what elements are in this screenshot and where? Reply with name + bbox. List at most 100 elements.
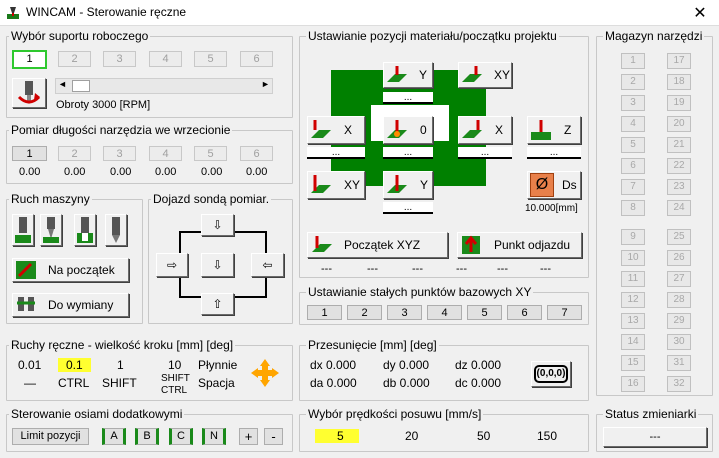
magazine-slot-20[interactable]: 20 bbox=[667, 116, 691, 132]
magazine-slot-15[interactable]: 15 bbox=[621, 355, 645, 371]
base-point-4[interactable]: 4 bbox=[427, 305, 462, 320]
base-point-1[interactable]: 1 bbox=[307, 305, 342, 320]
magazine-slot-6[interactable]: 6 bbox=[621, 158, 645, 174]
magazine-slot-23[interactable]: 23 bbox=[667, 179, 691, 195]
axis-c-button[interactable]: C bbox=[169, 428, 193, 445]
magazine-slot-29[interactable]: 29 bbox=[667, 313, 691, 329]
spindle-button[interactable] bbox=[12, 78, 46, 108]
magazine-slot-9[interactable]: 9 bbox=[621, 229, 645, 245]
approach-point-button[interactable]: Punkt odjazdu bbox=[457, 232, 582, 258]
measure-button-4[interactable]: 4 bbox=[149, 146, 182, 161]
magazine-slot-21[interactable]: 21 bbox=[667, 137, 691, 153]
feed-speed-20[interactable]: 20 bbox=[405, 429, 418, 443]
probe-left-button[interactable]: ⇨ bbox=[156, 253, 188, 277]
magazine-slot-32[interactable]: 32 bbox=[667, 376, 691, 392]
tool-mode-button-1[interactable] bbox=[12, 214, 34, 246]
scroll-right-arrow-icon[interactable]: ► bbox=[261, 79, 270, 89]
step-1[interactable]: 1 bbox=[117, 358, 124, 372]
magazine-slot-18[interactable]: 18 bbox=[667, 74, 691, 90]
base-point-3[interactable]: 3 bbox=[387, 305, 422, 320]
magazine-slot-5[interactable]: 5 bbox=[621, 137, 645, 153]
magazine-slot-27[interactable]: 27 bbox=[667, 271, 691, 287]
base-point-6[interactable]: 6 bbox=[507, 305, 542, 320]
magazine-slot-11[interactable]: 11 bbox=[621, 271, 645, 287]
magazine-slot-31[interactable]: 31 bbox=[667, 355, 691, 371]
go-to-start-button[interactable]: Na początek bbox=[12, 258, 129, 282]
base-point-5[interactable]: 5 bbox=[467, 305, 502, 320]
magazine-slot-28[interactable]: 28 bbox=[667, 292, 691, 308]
measure-button-5[interactable]: 5 bbox=[194, 146, 227, 161]
set-z-button[interactable]: Z bbox=[527, 116, 581, 144]
measure-button-1[interactable]: 1 bbox=[12, 146, 47, 161]
magazine-slot-8[interactable]: 8 bbox=[621, 200, 645, 216]
support-button-3[interactable]: 3 bbox=[103, 51, 136, 67]
magazine-slot-1[interactable]: 1 bbox=[621, 53, 645, 69]
changer-status-button[interactable]: --- bbox=[603, 427, 707, 447]
measure-button-2[interactable]: 2 bbox=[58, 146, 91, 161]
base-point-7[interactable]: 7 bbox=[547, 305, 582, 320]
axis-plus-button[interactable]: + bbox=[239, 428, 258, 445]
feed-speed-50[interactable]: 50 bbox=[477, 429, 490, 443]
axis-minus-button[interactable]: - bbox=[264, 428, 283, 445]
magazine-slot-22[interactable]: 22 bbox=[667, 158, 691, 174]
magazine-slot-19[interactable]: 19 bbox=[667, 95, 691, 111]
probe-right-button[interactable]: ⇦ bbox=[251, 253, 284, 277]
step-0-01[interactable]: 0.01 bbox=[18, 358, 41, 372]
start-xyz-button[interactable]: Początek XYZ bbox=[307, 232, 448, 258]
set-x-left-button[interactable]: X bbox=[307, 116, 365, 144]
set-xy-top-button[interactable]: XY bbox=[458, 62, 512, 88]
measure-button-3[interactable]: 3 bbox=[103, 146, 136, 161]
close-icon[interactable]: ✕ bbox=[690, 3, 710, 23]
probe-down-button[interactable]: ⇧ bbox=[201, 293, 234, 315]
axis-n-button[interactable]: N bbox=[202, 428, 226, 445]
probe-group-title: Dojazd sondą pomiar. bbox=[151, 192, 272, 206]
set-y-bottom-button[interactable]: Y bbox=[383, 171, 433, 199]
magazine-slot-17[interactable]: 17 bbox=[667, 53, 691, 69]
reset-offset-button[interactable]: (0,0,0) bbox=[531, 361, 571, 387]
axis-b-button[interactable]: B bbox=[135, 428, 159, 445]
feed-speed-150[interactable]: 150 bbox=[537, 429, 557, 443]
base-point-2[interactable]: 2 bbox=[347, 305, 382, 320]
set-zero-button[interactable]: 0 bbox=[383, 116, 433, 144]
measure-button-6[interactable]: 6 bbox=[240, 146, 273, 161]
support-button-2[interactable]: 2 bbox=[58, 51, 91, 67]
support-button-5[interactable]: 5 bbox=[194, 51, 227, 67]
magazine-slot-24[interactable]: 24 bbox=[667, 200, 691, 216]
ds-button[interactable]: Ø Ds bbox=[527, 171, 581, 199]
step-continuous[interactable]: Płynnie bbox=[198, 358, 237, 372]
set-y-top-button[interactable]: Y bbox=[383, 62, 433, 88]
tool-mode-button-4[interactable] bbox=[105, 214, 127, 246]
support-button-6[interactable]: 6 bbox=[240, 51, 273, 67]
set-xy-bottom-button[interactable]: XY bbox=[307, 171, 365, 199]
probe-up-button[interactable]: ⇩ bbox=[201, 214, 234, 236]
magazine-slot-2[interactable]: 2 bbox=[621, 74, 645, 90]
magazine-slot-7[interactable]: 7 bbox=[621, 179, 645, 195]
magazine-slot-4[interactable]: 4 bbox=[621, 116, 645, 132]
tool-mode-button-2[interactable] bbox=[40, 214, 62, 246]
probe-center-button[interactable]: ⇩ bbox=[201, 253, 234, 277]
magazine-slot-14[interactable]: 14 bbox=[621, 334, 645, 350]
magazine-slot-13[interactable]: 13 bbox=[621, 313, 645, 329]
feed-speed-5[interactable]: 5 bbox=[315, 429, 359, 443]
set-z-icon bbox=[531, 120, 551, 140]
magazine-slot-3[interactable]: 3 bbox=[621, 95, 645, 111]
scroll-left-arrow-icon[interactable]: ◄ bbox=[58, 79, 67, 89]
step-10[interactable]: 10 bbox=[168, 358, 181, 372]
magazine-slot-26[interactable]: 26 bbox=[667, 250, 691, 266]
tool-mode-button-3[interactable] bbox=[74, 214, 96, 246]
axis-a-button[interactable]: A bbox=[102, 428, 126, 445]
magazine-slot-25[interactable]: 25 bbox=[667, 229, 691, 245]
support-button-4[interactable]: 4 bbox=[149, 51, 182, 67]
magazine-slot-16[interactable]: 16 bbox=[621, 376, 645, 392]
support-button-1[interactable]: 1 bbox=[12, 50, 47, 69]
magazine-slot-10[interactable]: 10 bbox=[621, 250, 645, 266]
magazine-slot-30[interactable]: 30 bbox=[667, 334, 691, 350]
jog-move-icon[interactable] bbox=[250, 358, 280, 388]
set-x-right-button[interactable]: X bbox=[458, 116, 512, 144]
magazine-slot-12[interactable]: 12 bbox=[621, 292, 645, 308]
scroll-thumb[interactable] bbox=[72, 80, 90, 92]
tool-change-button[interactable]: Do wymiany bbox=[12, 293, 129, 317]
rpm-scrollbar[interactable]: ◄ ► bbox=[55, 78, 273, 94]
limit-position-button[interactable]: Limit pozycji bbox=[12, 428, 89, 445]
step-0-1[interactable]: 0.1 bbox=[58, 358, 91, 372]
